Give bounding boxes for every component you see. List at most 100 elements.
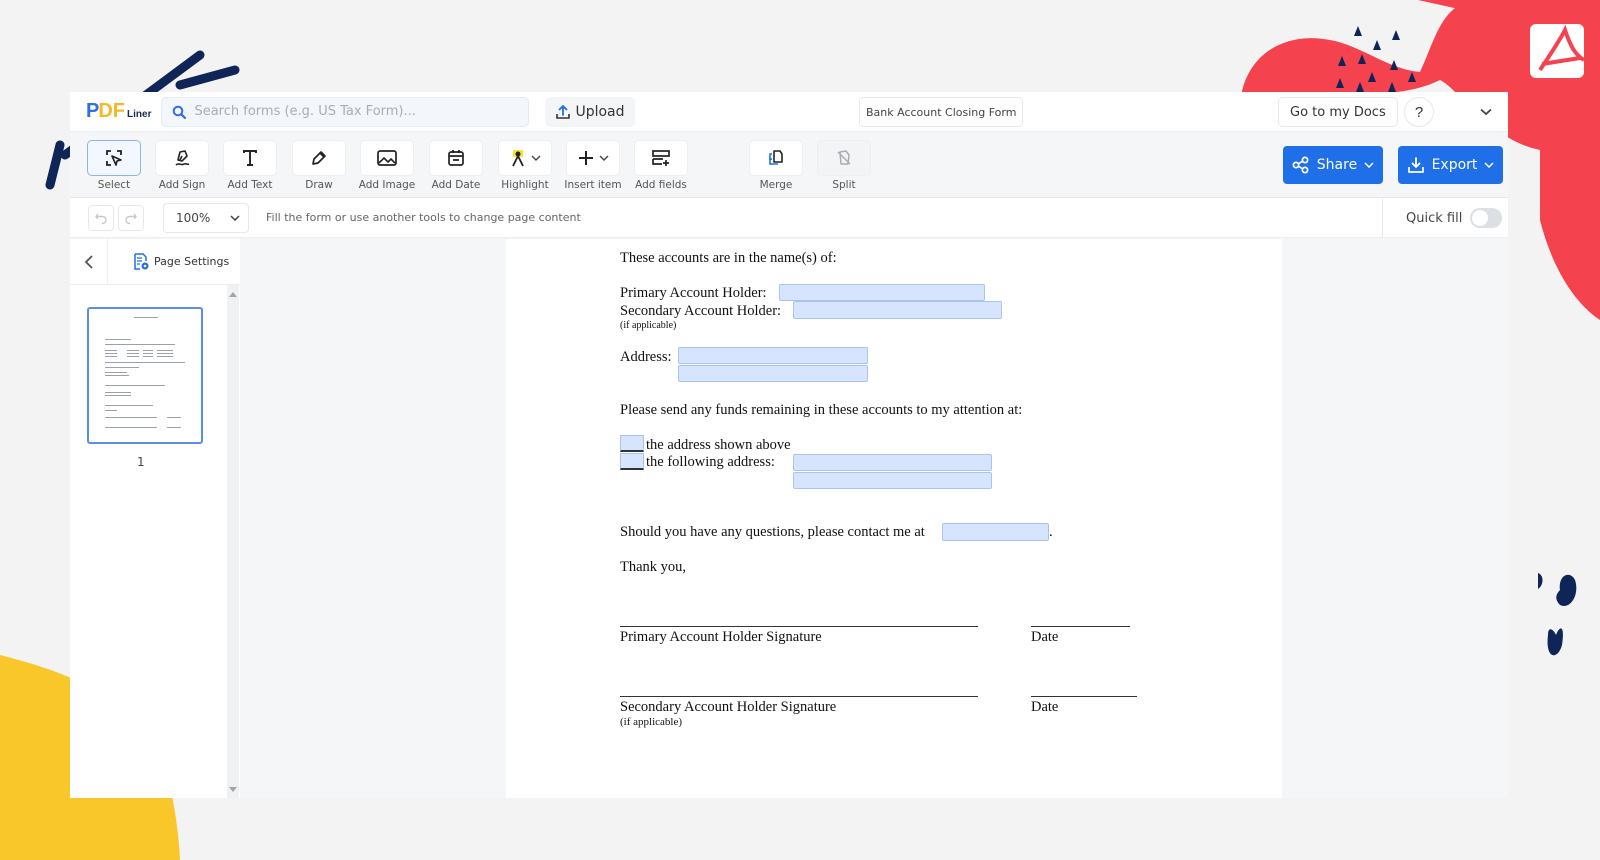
tool-merge-label: Merge <box>759 179 793 191</box>
if-applicable-note: (if applicable) <box>620 320 677 331</box>
add-fields-icon <box>652 150 670 166</box>
sidebar-header: Page Settings <box>70 238 240 285</box>
address-line-1-field[interactable] <box>678 347 868 364</box>
secondary-date-line[interactable] <box>1031 696 1137 697</box>
following-address-checkbox[interactable] <box>620 453 644 470</box>
tool-add-fields-label: Add fields <box>635 179 687 191</box>
tool-draw[interactable]: Draw <box>292 140 346 191</box>
contact-text: Should you have any questions, please co… <box>620 524 925 540</box>
secondary-date-label: Date <box>1031 699 1059 715</box>
undo-button[interactable] <box>88 205 114 231</box>
tool-add-date[interactable]: Add Date <box>429 140 483 191</box>
top-bar: P D F Liner Upload Bank Account Closing … <box>70 92 1508 132</box>
funds-instruction-text: Please send any funds remaining in these… <box>620 402 1023 418</box>
primary-signature-label: Primary Account Holder Signature <box>620 629 822 645</box>
scroll-up-arrow-icon[interactable] <box>229 292 237 297</box>
search-box[interactable] <box>161 96 530 127</box>
share-icon <box>1292 156 1309 174</box>
chevron-down-icon <box>1484 162 1494 168</box>
tool-insert-item[interactable]: Insert item <box>564 140 622 191</box>
tool-add-sign-label: Add Sign <box>158 179 206 191</box>
redo-button[interactable] <box>118 205 144 231</box>
chevron-left-icon <box>84 254 93 269</box>
split-icon <box>837 150 851 165</box>
quick-fill-control[interactable]: Quick fill <box>1382 198 1508 238</box>
export-button[interactable]: Export <box>1398 146 1503 184</box>
tool-insert-item-label: Insert item <box>564 179 622 191</box>
page-settings-icon <box>134 252 149 270</box>
upload-button[interactable]: Upload <box>545 96 635 127</box>
sidebar-scrollbar[interactable] <box>227 285 239 798</box>
tools-toolbar: Select Add Sign Add Text Draw Add Image … <box>70 132 1508 198</box>
tool-add-text[interactable]: Add Text <box>223 140 277 191</box>
page-settings-label: Page Settings <box>154 255 230 268</box>
tool-add-sign[interactable]: Add Sign <box>155 140 209 191</box>
chevron-down-icon <box>531 155 541 161</box>
signature-icon <box>175 150 190 166</box>
chevron-down-icon <box>230 215 240 221</box>
tool-highlight[interactable]: Highlight <box>498 140 552 191</box>
thumbnail-list: 1 <box>70 285 240 798</box>
secondary-holder-label: Secondary Account Holder: <box>620 303 782 319</box>
primary-holder-field[interactable] <box>779 284 985 301</box>
calendar-icon <box>448 150 464 166</box>
secondary-toolbar: 100% Fill the form or use another tools … <box>70 198 1508 238</box>
address-above-checkbox[interactable] <box>620 435 644 452</box>
plus-icon <box>579 151 593 165</box>
quick-fill-toggle[interactable] <box>1470 208 1503 228</box>
following-address-line-1-field[interactable] <box>793 454 992 471</box>
following-address-line-2-field[interactable] <box>793 472 992 489</box>
pen-icon <box>312 151 326 165</box>
secondary-holder-field[interactable] <box>793 301 1002 319</box>
address-line-2-field[interactable] <box>678 365 868 382</box>
contact-field[interactable] <box>942 523 1049 541</box>
address-above-label: the address shown above <box>646 437 791 453</box>
tool-split[interactable]: Split <box>817 140 871 191</box>
share-button[interactable]: Share <box>1283 146 1383 184</box>
logo-suffix: Liner <box>127 109 152 120</box>
document-page: These accounts are in the name(s) of: Pr… <box>506 239 1282 798</box>
decorative-blue-marks <box>1538 573 1577 656</box>
tool-highlight-label: Highlight <box>501 179 549 191</box>
tool-split-label: Split <box>832 179 856 191</box>
collapse-sidebar-button[interactable] <box>70 238 108 285</box>
redo-icon <box>125 213 137 225</box>
contact-period: . <box>1049 524 1053 540</box>
text-icon <box>243 150 257 166</box>
account-menu-chevron[interactable] <box>1476 102 1496 122</box>
pdf-editor-window: P D F Liner Upload Bank Account Closing … <box>70 92 1508 798</box>
tool-select[interactable]: Select <box>87 140 141 191</box>
zoom-select[interactable]: 100% <box>163 203 249 233</box>
tool-merge[interactable]: Merge <box>749 140 803 191</box>
tool-add-image-label: Add Image <box>358 179 416 191</box>
search-icon <box>173 105 187 119</box>
primary-date-label: Date <box>1031 629 1059 645</box>
scroll-down-arrow-icon[interactable] <box>229 787 237 792</box>
undo-icon <box>95 213 107 225</box>
page-number: 1 <box>137 455 145 469</box>
tool-add-fields[interactable]: Add fields <box>634 140 688 191</box>
pdf-acrobat-icon <box>1530 24 1586 78</box>
help-button[interactable]: ? <box>1404 97 1434 127</box>
secondary-signature-line[interactable] <box>620 696 978 697</box>
decorative-dots <box>1336 26 1416 92</box>
chevron-down-icon <box>599 155 609 161</box>
thank-you-text: Thank you, <box>620 559 687 575</box>
download-icon <box>1407 157 1424 173</box>
go-to-my-docs-button[interactable]: Go to my Docs <box>1278 97 1398 127</box>
tool-add-image[interactable]: Add Image <box>359 140 415 191</box>
search-input[interactable] <box>194 104 515 119</box>
page-thumbnail[interactable] <box>87 307 203 444</box>
upload-label: Upload <box>575 103 625 120</box>
secondary-if-applicable-note: (if applicable) <box>620 716 682 728</box>
export-label: Export <box>1431 157 1478 173</box>
primary-date-line[interactable] <box>1031 626 1130 627</box>
chevron-down-icon <box>1364 162 1374 168</box>
following-address-label: the following address: <box>646 454 775 470</box>
primary-signature-line[interactable] <box>620 626 978 627</box>
document-title[interactable]: Bank Account Closing Form <box>859 97 1024 127</box>
page-settings-button[interactable]: Page Settings <box>132 252 229 272</box>
pdfliner-logo[interactable]: P D F Liner <box>86 100 151 123</box>
logo-letter-p: P <box>86 100 99 122</box>
tool-add-date-label: Add Date <box>431 179 481 191</box>
